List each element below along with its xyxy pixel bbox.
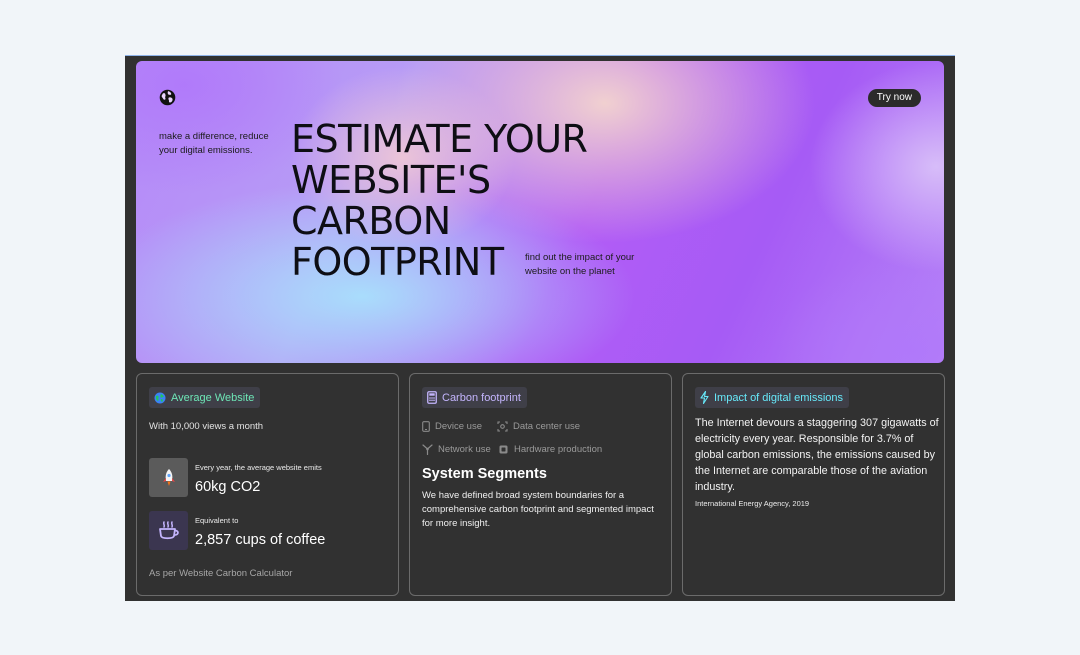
chip-icon <box>499 445 508 454</box>
pill-label: Average Website <box>171 391 255 404</box>
try-now-button[interactable]: Try now <box>867 89 921 107</box>
system-segments-body: We have defined broad system boundaries … <box>422 490 654 529</box>
calculator-icon <box>427 391 437 404</box>
impact-pill: Impact of digital emissions <box>695 387 849 408</box>
coffee-cup-icon <box>158 520 179 539</box>
segment-label: Network use <box>438 444 491 455</box>
segment-label: Hardware production <box>514 444 603 455</box>
hero-tagline: make a difference, reduce your digital e… <box>159 131 269 156</box>
impact-citation: International Energy Agency, 2019 <box>695 499 810 508</box>
pill-label: Carbon footprint <box>442 391 521 404</box>
coffee-icon-box <box>149 511 188 550</box>
headline-line: CARBON <box>291 199 451 243</box>
hero-subline: find out the impact of your website on t… <box>525 252 635 277</box>
headline-line: ESTIMATE YOUR <box>291 117 588 161</box>
data-center-icon <box>497 421 508 432</box>
source-note: As per Website Carbon Calculator <box>149 568 293 579</box>
segment-data-center-use: Data center use <box>497 421 580 432</box>
system-segments-title: System Segments <box>422 466 547 482</box>
average-website-card: Average Website With 10,000 views a mont… <box>136 373 399 596</box>
rocket-icon <box>162 468 175 486</box>
segment-device-use: Device use <box>422 421 482 432</box>
pill-label: Impact of digital emissions <box>714 391 843 404</box>
globe-icon <box>159 89 176 106</box>
impact-body: The Internet devours a staggering 307 gi… <box>695 417 939 493</box>
equivalent-caption: Equivalent to <box>195 516 239 525</box>
carbon-footprint-pill: Carbon footprint <box>422 387 527 408</box>
rocket-icon-box <box>149 458 188 497</box>
earth-globe-icon <box>154 392 166 403</box>
hero-banner: Try now make a difference, reduce your d… <box>136 61 944 363</box>
lightning-icon <box>700 391 709 404</box>
coffee-value: 2,857 cups of coffee <box>195 532 326 548</box>
impact-card: Impact of digital emissions The Internet… <box>682 373 945 596</box>
average-website-subtitle: With 10,000 views a month <box>149 421 264 432</box>
headline-line: WEBSITE'S <box>291 158 491 202</box>
network-icon <box>422 444 433 455</box>
app-frame: Try now make a difference, reduce your d… <box>125 55 955 601</box>
segment-label: Data center use <box>513 421 581 432</box>
emission-caption: Every year, the average website emits <box>195 463 322 472</box>
device-icon <box>422 421 430 432</box>
segment-network-use: Network use <box>422 444 491 455</box>
carbon-footprint-card: Carbon footprint Device use Data center … <box>409 373 672 596</box>
segment-label: Device use <box>435 421 482 432</box>
segment-hardware-production: Hardware production <box>498 444 602 455</box>
average-website-pill: Average Website <box>149 387 261 408</box>
emission-value: 60kg CO2 <box>195 479 261 495</box>
